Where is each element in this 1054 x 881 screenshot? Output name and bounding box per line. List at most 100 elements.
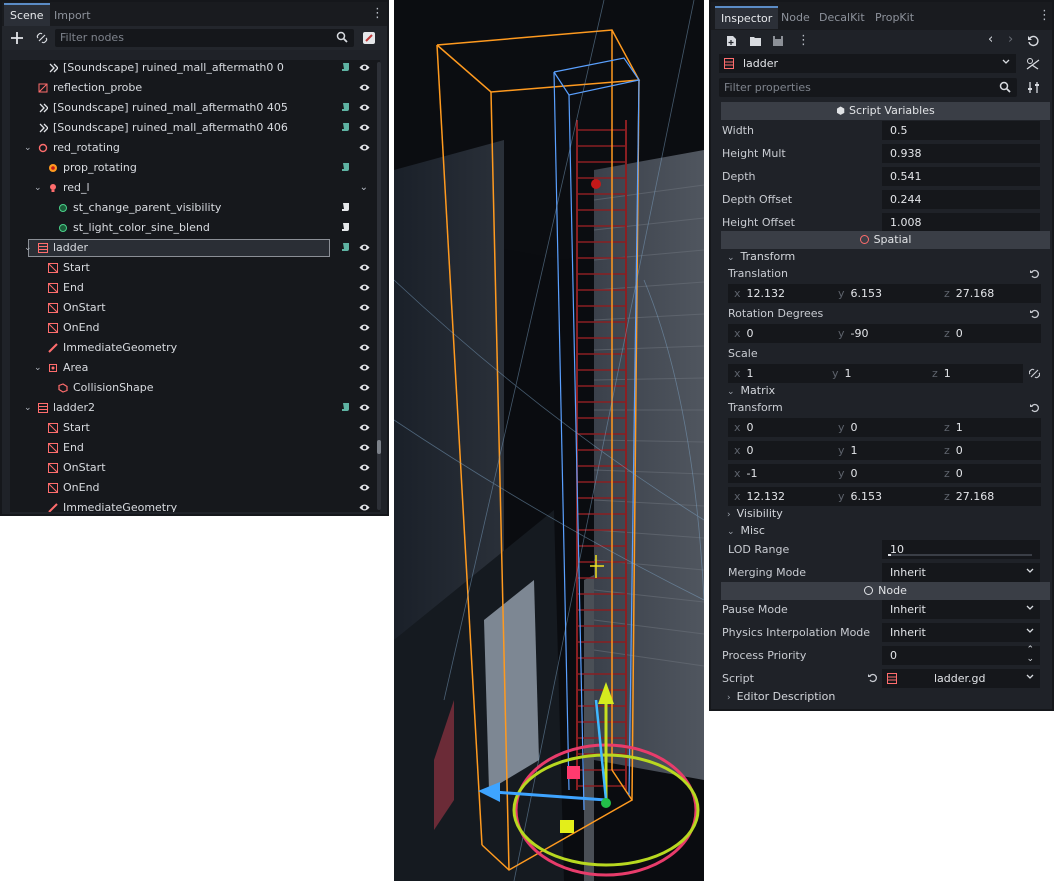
script-icon[interactable] <box>341 402 350 413</box>
tree-row[interactable]: [Soundscape] ruined_mall_aftermath0 405 <box>10 98 380 118</box>
matrix-cell-y[interactable]: y 6.153 <box>838 487 882 506</box>
visibility-eye-icon[interactable] <box>359 463 370 472</box>
new-resource-icon[interactable] <box>725 35 737 47</box>
group-editor-description[interactable]: › Editor Description <box>727 688 835 705</box>
visibility-eye-icon[interactable] <box>359 343 370 352</box>
rotation-x[interactable]: x0 <box>734 324 754 343</box>
filter-nodes-input[interactable]: Filter nodes <box>55 29 354 47</box>
save-icon[interactable] <box>772 35 784 47</box>
matrix-cell-z[interactable]: z 27.168 <box>944 487 994 506</box>
script-resource-picker[interactable]: ladder.gd <box>882 669 1040 688</box>
group-visibility[interactable]: › Visibility <box>727 505 783 522</box>
tree-row[interactable]: End <box>10 438 380 458</box>
plane-handle-xz[interactable] <box>560 820 574 833</box>
tree-row[interactable]: [Soundscape] ruined_mall_aftermath0 406 <box>10 118 380 138</box>
expand-arrow-icon[interactable]: ⌄ <box>34 178 42 198</box>
script-variable-value[interactable]: 0.541 <box>882 167 1040 186</box>
merging-mode-select[interactable]: Inherit <box>882 563 1040 582</box>
scale-field[interactable]: x1 y1 z1 <box>728 364 1023 383</box>
lod-slider-track[interactable] <box>888 554 1032 556</box>
tree-row[interactable]: OnStart <box>10 458 380 478</box>
visibility-eye-icon[interactable] <box>359 63 370 72</box>
matrix-row[interactable]: x -1 y 0 z 0 <box>728 464 1041 483</box>
reset-rotation-icon[interactable] <box>1030 309 1040 319</box>
pause-mode-select[interactable]: Inherit <box>882 600 1040 619</box>
visibility-eye-icon[interactable] <box>359 103 370 112</box>
translation-z[interactable]: z 27.168 <box>944 284 994 303</box>
visibility-eye-icon[interactable] <box>359 143 370 152</box>
scene-menu-icon[interactable]: ⋮ <box>371 6 384 22</box>
tree-row[interactable]: st_change_parent_visibility <box>10 198 380 218</box>
matrix-row[interactable]: x 12.132 y 6.153 z 27.168 <box>728 487 1041 506</box>
history-back-icon[interactable]: ‹ <box>988 32 993 47</box>
visibility-eye-icon[interactable] <box>359 483 370 492</box>
reset-matrix-icon[interactable] <box>1030 403 1040 413</box>
scene-scrollbar-thumb[interactable] <box>377 440 381 454</box>
tree-row[interactable]: reflection_probe <box>10 78 380 98</box>
matrix-cell-y[interactable]: y1 <box>838 441 858 460</box>
history-icon[interactable] <box>1027 35 1039 47</box>
attach-script-icon[interactable] <box>362 31 376 45</box>
matrix-cell-z[interactable]: z1 <box>944 418 963 437</box>
section-script-variables[interactable]: ⬢ Script Variables <box>721 102 1050 120</box>
scale-z[interactable]: z1 <box>932 364 951 383</box>
tree-row[interactable]: ImmediateGeometry <box>10 338 380 358</box>
open-folder-icon[interactable] <box>749 35 762 47</box>
tree-row[interactable]: ⌄ ladder2 <box>10 398 380 418</box>
script-icon[interactable] <box>341 222 350 233</box>
history-forward-icon[interactable]: › <box>1008 32 1013 47</box>
tab-propkit[interactable]: PropKit <box>869 7 920 28</box>
matrix-cell-y[interactable]: y0 <box>838 418 858 437</box>
tree-row[interactable]: prop_rotating <box>10 158 380 178</box>
visibility-eye-icon[interactable] <box>359 243 370 252</box>
script-icon[interactable] <box>341 102 350 113</box>
script-variable-value[interactable]: 0.244 <box>882 190 1040 209</box>
tree-row[interactable]: [Soundscape] ruined_mall_aftermath0 0 <box>10 60 380 78</box>
tree-row[interactable]: ⌄ red_rotating <box>10 138 380 158</box>
lod-range-slider[interactable]: 10 <box>882 540 1040 559</box>
tree-row[interactable]: OnEnd <box>10 478 380 498</box>
object-properties-icon[interactable] <box>1026 57 1040 71</box>
physics-interpolation-select[interactable]: Inherit <box>882 623 1040 642</box>
visibility-eye-icon[interactable] <box>359 363 370 372</box>
resource-menu-icon[interactable]: ⋮ <box>797 33 810 49</box>
filter-properties-input[interactable]: Filter properties <box>719 78 1017 97</box>
matrix-cell-x[interactable]: x0 <box>734 418 754 437</box>
scale-y[interactable]: y1 <box>832 364 852 383</box>
script-icon[interactable] <box>341 202 350 213</box>
visibility-eye-icon[interactable] <box>359 383 370 392</box>
link-scale-icon[interactable] <box>1029 368 1040 379</box>
tree-row[interactable]: Start <box>10 418 380 438</box>
visibility-eye-icon[interactable] <box>359 403 370 412</box>
rotation-z[interactable]: z0 <box>944 324 963 343</box>
tree-row[interactable]: ⌄ red_l ⌄ <box>10 178 380 198</box>
visibility-eye-icon[interactable] <box>359 283 370 292</box>
tree-row[interactable]: OnStart <box>10 298 380 318</box>
tree-row[interactable]: ⌄ ladder <box>10 238 380 258</box>
matrix-cell-z[interactable]: z0 <box>944 464 963 483</box>
reset-translation-icon[interactable] <box>1030 269 1040 279</box>
rotation-y[interactable]: y -90 <box>838 324 868 343</box>
inspector-menu-icon[interactable]: ⋮ <box>1038 8 1051 24</box>
tree-row[interactable]: OnEnd <box>10 318 380 338</box>
script-variable-value[interactable]: 1.008 <box>882 213 1040 232</box>
process-priority-spinbox[interactable]: 0 ⌃ ⌄ <box>882 646 1040 665</box>
group-misc[interactable]: ⌄ Misc <box>727 522 765 539</box>
tree-row[interactable]: ⌄ Area <box>10 358 380 378</box>
add-node-icon[interactable] <box>11 32 23 44</box>
link-icon[interactable] <box>36 32 48 44</box>
tree-row[interactable]: st_light_color_sine_blend <box>10 218 380 238</box>
property-filter-options-icon[interactable] <box>1027 81 1040 94</box>
script-variable-value[interactable]: 0.5 <box>882 121 1040 140</box>
tab-inspector[interactable]: Inspector <box>715 6 779 29</box>
tree-row[interactable]: End <box>10 278 380 298</box>
script-icon[interactable] <box>341 62 350 73</box>
3d-viewport[interactable] <box>394 0 704 881</box>
visibility-eye-icon[interactable] <box>359 263 370 272</box>
translation-field[interactable]: x 12.132 y 6.153 z 27.168 <box>728 284 1041 303</box>
expand-arrow-icon[interactable]: ⌄ <box>24 138 32 158</box>
expand-arrow-icon[interactable]: ⌄ <box>24 238 32 258</box>
visibility-eye-icon[interactable] <box>359 423 370 432</box>
expand-arrow-icon[interactable]: ⌄ <box>34 358 42 378</box>
matrix-cell-y[interactable]: y0 <box>838 464 858 483</box>
